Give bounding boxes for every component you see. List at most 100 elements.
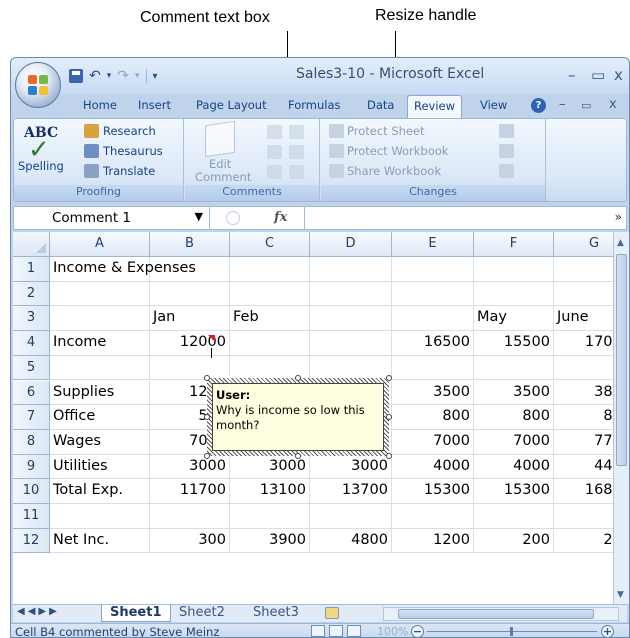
- row-header-10[interactable]: 10: [13, 479, 50, 504]
- cell-e5[interactable]: [392, 355, 474, 381]
- row-header-4[interactable]: 4: [13, 331, 50, 356]
- cell-f1[interactable]: [474, 257, 554, 282]
- cell-f4[interactable]: 15500: [474, 331, 554, 356]
- save-icon[interactable]: [69, 69, 83, 83]
- row-header-11[interactable]: 11: [13, 504, 50, 529]
- resize-handle-top-left[interactable]: [204, 375, 210, 381]
- cell-a1[interactable]: Income & Expenses: [50, 257, 196, 282]
- cell-e6[interactable]: 3500: [392, 380, 474, 406]
- cell-d9[interactable]: 3000: [310, 454, 392, 480]
- tab-view[interactable]: View: [480, 98, 507, 112]
- undo-icon[interactable]: ↶: [89, 68, 101, 84]
- tab-insert[interactable]: Insert: [138, 98, 171, 112]
- cell-b1[interactable]: [150, 257, 230, 282]
- cell-e2[interactable]: [392, 281, 474, 307]
- cell-f9[interactable]: 4000: [474, 454, 554, 480]
- row-header-7[interactable]: 7: [13, 405, 50, 430]
- cell-c3[interactable]: Feb: [230, 306, 310, 332]
- cell-f6[interactable]: 3500: [474, 380, 554, 406]
- cell-d11[interactable]: [310, 504, 392, 529]
- row-header-3[interactable]: 3: [13, 306, 50, 332]
- scroll-down-icon[interactable]: ▼: [617, 590, 624, 600]
- name-box-dropdown-icon[interactable]: ▼: [195, 210, 203, 223]
- cell-d2[interactable]: [310, 281, 392, 307]
- cell-e7[interactable]: 800: [392, 405, 474, 430]
- cell-e10[interactable]: 15300: [392, 479, 474, 504]
- protect-sheet-button[interactable]: Protect Sheet: [347, 124, 425, 138]
- zoom-in-button[interactable]: +: [601, 625, 614, 637]
- cell-e8[interactable]: 7000: [392, 429, 474, 455]
- cell-b12[interactable]: 300: [150, 528, 230, 554]
- cell-c1[interactable]: [230, 257, 310, 282]
- cell-e4[interactable]: 16500: [392, 331, 474, 356]
- cell-b3[interactable]: Jan: [150, 306, 230, 332]
- cell-c2[interactable]: [230, 281, 310, 307]
- cell-c10[interactable]: 13100: [230, 479, 310, 504]
- resize-handle-middle-left[interactable]: [204, 414, 210, 420]
- show-all-comments-icon[interactable]: [289, 145, 304, 159]
- minimize-button[interactable]: –: [568, 66, 576, 84]
- column-header-f[interactable]: F: [474, 232, 554, 257]
- cell-b2[interactable]: [150, 281, 230, 307]
- zoom-level[interactable]: 100%: [377, 625, 408, 637]
- delete-comment-icon[interactable]: [267, 125, 282, 139]
- cell-d4[interactable]: [310, 331, 392, 356]
- cell-d1[interactable]: [310, 257, 392, 282]
- vertical-scrollbar[interactable]: ▲ ▼: [613, 232, 629, 604]
- sheet-tab-sheet1[interactable]: Sheet1: [101, 605, 171, 622]
- cell-f7[interactable]: 800: [474, 405, 554, 430]
- track-changes-dropdown-icon[interactable]: [499, 164, 514, 178]
- share-workbook-button[interactable]: Share Workbook: [347, 164, 441, 178]
- resize-handle-bottom-left[interactable]: [204, 453, 210, 459]
- cell-d10[interactable]: 13700: [310, 479, 392, 504]
- thesaurus-button[interactable]: Thesaurus: [103, 144, 163, 158]
- resize-handle-bottom-middle[interactable]: [295, 453, 301, 459]
- cell-d3[interactable]: [310, 306, 392, 332]
- undo-dropdown-icon[interactable]: ▾: [107, 71, 112, 81]
- next-comment-icon[interactable]: [267, 165, 282, 179]
- cell-b4[interactable]: 12000: [150, 331, 230, 356]
- cell-f12[interactable]: 200: [474, 528, 554, 554]
- cancel-icon[interactable]: [226, 211, 240, 225]
- insert-function-button[interactable]: fx: [274, 210, 287, 225]
- tab-page-layout[interactable]: Page Layout: [196, 98, 267, 112]
- tab-home[interactable]: Home: [83, 98, 117, 112]
- cell-a5[interactable]: [50, 355, 150, 381]
- column-header-d[interactable]: D: [310, 232, 392, 257]
- scroll-up-icon[interactable]: ▲: [617, 238, 624, 248]
- maximize-button[interactable]: ▭: [591, 66, 605, 84]
- cell-b5[interactable]: [150, 355, 230, 381]
- horizontal-scroll-thumb[interactable]: [398, 609, 594, 619]
- cell-a12[interactable]: Net Inc.: [50, 528, 150, 554]
- cell-a9[interactable]: Utilities: [50, 454, 150, 480]
- cell-c4[interactable]: [230, 331, 310, 356]
- column-header-e[interactable]: E: [392, 232, 474, 257]
- formula-input[interactable]: [304, 207, 604, 229]
- cell-a7[interactable]: Office: [50, 405, 150, 430]
- cell-e9[interactable]: 4000: [392, 454, 474, 480]
- cell-f5[interactable]: [474, 355, 554, 381]
- sheet-tab-sheet3[interactable]: Sheet3: [245, 605, 307, 622]
- cell-f3[interactable]: May: [474, 306, 554, 332]
- page-layout-view-button[interactable]: [329, 625, 343, 637]
- column-header-b[interactable]: B: [150, 232, 230, 257]
- column-header-c[interactable]: C: [230, 232, 310, 257]
- customize-qat-icon[interactable]: ▾: [153, 71, 158, 82]
- allow-users-edit-icon[interactable]: [499, 124, 514, 138]
- protect-workbook-button[interactable]: Protect Workbook: [347, 144, 448, 158]
- normal-view-button[interactable]: [311, 625, 325, 637]
- cell-e12[interactable]: 1200: [392, 528, 474, 554]
- cell-c12[interactable]: 3900: [230, 528, 310, 554]
- row-header-1[interactable]: 1: [13, 257, 50, 282]
- row-header-8[interactable]: 8: [13, 429, 50, 455]
- cell-a8[interactable]: Wages: [50, 429, 150, 455]
- cell-a3[interactable]: [50, 306, 150, 332]
- close-button[interactable]: x: [614, 66, 623, 84]
- cell-e11[interactable]: [392, 504, 474, 529]
- sheet-nav-buttons[interactable]: ◀◀▶▶: [17, 606, 60, 617]
- vertical-scroll-thumb[interactable]: [616, 254, 627, 466]
- page-break-view-button[interactable]: [347, 625, 361, 637]
- cell-a6[interactable]: Supplies: [50, 380, 150, 406]
- sheet-tab-sheet2[interactable]: Sheet2: [171, 605, 233, 622]
- office-button[interactable]: [15, 62, 61, 108]
